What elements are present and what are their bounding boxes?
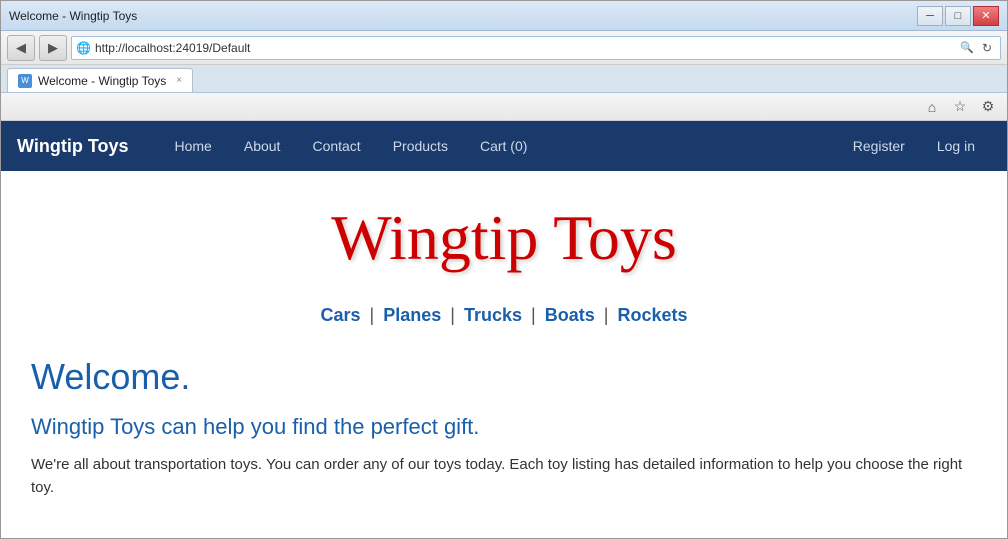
address-icon: 🌐 bbox=[76, 41, 91, 55]
title-bar-left: Welcome - Wingtip Toys bbox=[9, 9, 137, 23]
window-title: Welcome - Wingtip Toys bbox=[9, 9, 137, 23]
page-content: Wingtip Toys Home About Contact Products… bbox=[1, 121, 1007, 538]
nav-cart[interactable]: Cart (0) bbox=[464, 121, 543, 171]
active-tab[interactable]: W Welcome - Wingtip Toys × bbox=[7, 68, 193, 92]
nav-right: Register Log in bbox=[837, 121, 991, 171]
sep-2: | bbox=[450, 305, 455, 325]
nav-login[interactable]: Log in bbox=[921, 121, 991, 171]
sep-4: | bbox=[604, 305, 609, 325]
address-input[interactable] bbox=[95, 41, 956, 55]
nav-contact[interactable]: Contact bbox=[296, 121, 376, 171]
welcome-body: We're all about transportation toys. You… bbox=[31, 454, 977, 499]
nav-register[interactable]: Register bbox=[837, 121, 921, 171]
back-button[interactable]: ◀ bbox=[7, 35, 35, 61]
title-bar: Welcome - Wingtip Toys ─ □ ✕ bbox=[1, 1, 1007, 31]
address-bar: 🌐 🔍 ↻ bbox=[71, 36, 1001, 60]
tab-close-button[interactable]: × bbox=[176, 75, 182, 86]
settings-icon[interactable]: ⚙ bbox=[977, 96, 999, 118]
category-links: Cars | Planes | Trucks | Boats | Rockets bbox=[31, 305, 977, 326]
home-icon[interactable]: ⌂ bbox=[921, 96, 943, 118]
cat-boats[interactable]: Boats bbox=[545, 305, 595, 325]
sep-1: | bbox=[370, 305, 375, 325]
window-frame: Welcome - Wingtip Toys ─ □ ✕ ◀ ▶ 🌐 🔍 ↻ W… bbox=[0, 0, 1008, 539]
browser-icons-bar: ⌂ ☆ ⚙ bbox=[1, 93, 1007, 121]
nav-products[interactable]: Products bbox=[377, 121, 464, 171]
nav-home[interactable]: Home bbox=[159, 121, 228, 171]
close-button[interactable]: ✕ bbox=[973, 6, 999, 26]
browser-toolbar: ◀ ▶ 🌐 🔍 ↻ bbox=[1, 31, 1007, 65]
cat-rockets[interactable]: Rockets bbox=[617, 305, 687, 325]
refresh-button[interactable]: ↻ bbox=[978, 41, 996, 55]
forward-button[interactable]: ▶ bbox=[39, 35, 67, 61]
minimize-button[interactable]: ─ bbox=[917, 6, 943, 26]
cat-cars[interactable]: Cars bbox=[320, 305, 360, 325]
site-title-text: Wingtip Toys bbox=[311, 191, 697, 285]
site-nav: Wingtip Toys Home About Contact Products… bbox=[1, 121, 1007, 171]
tab-bar: W Welcome - Wingtip Toys × bbox=[1, 65, 1007, 93]
tab-favicon: W bbox=[18, 74, 32, 88]
welcome-heading: Welcome. bbox=[31, 356, 977, 398]
nav-about[interactable]: About bbox=[228, 121, 297, 171]
cat-trucks[interactable]: Trucks bbox=[464, 305, 522, 325]
site-title-display: Wingtip Toys bbox=[31, 191, 977, 285]
tab-label: Welcome - Wingtip Toys bbox=[38, 74, 166, 88]
maximize-button[interactable]: □ bbox=[945, 6, 971, 26]
main-content: Wingtip Toys Cars | Planes | Trucks | Bo… bbox=[1, 171, 1007, 538]
site-logo[interactable]: Wingtip Toys bbox=[17, 136, 129, 157]
cat-planes[interactable]: Planes bbox=[383, 305, 441, 325]
nav-links: Home About Contact Products Cart (0) bbox=[159, 121, 837, 171]
favorites-icon[interactable]: ☆ bbox=[949, 96, 971, 118]
address-search-icon[interactable]: 🔍 bbox=[960, 41, 974, 54]
welcome-subheading: Wingtip Toys can help you find the perfe… bbox=[31, 414, 977, 440]
sep-3: | bbox=[531, 305, 536, 325]
window-controls: ─ □ ✕ bbox=[917, 6, 999, 26]
